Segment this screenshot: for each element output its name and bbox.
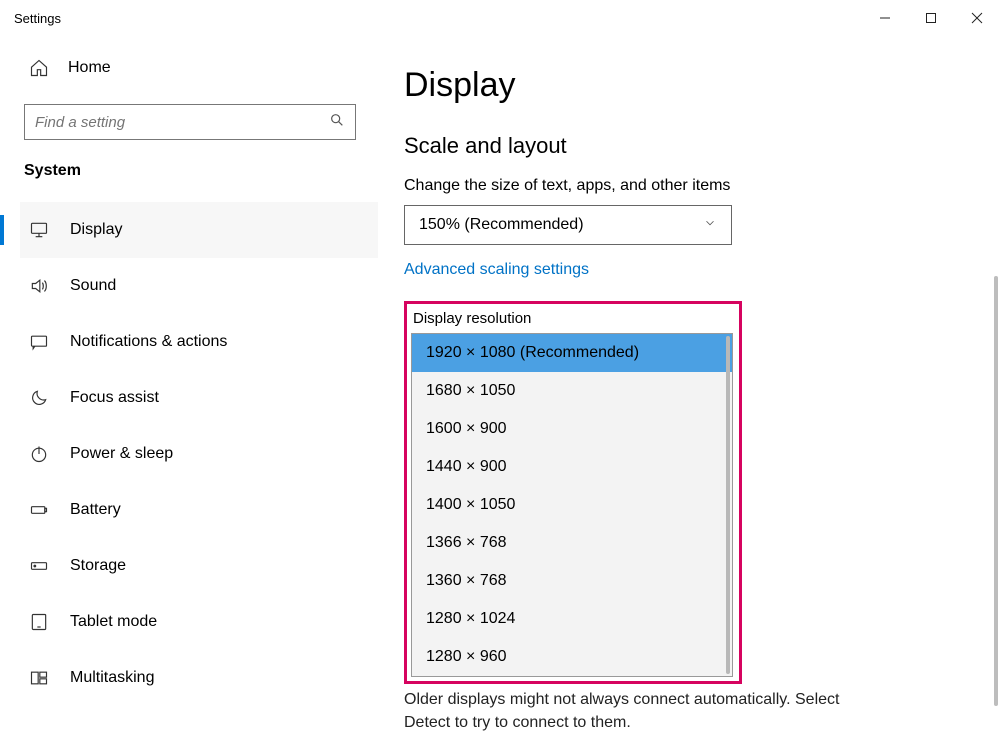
resolution-label: Display resolution (411, 310, 735, 333)
home-label: Home (68, 59, 111, 77)
resolution-highlight-box: Display resolution 1920 × 1080 (Recommen… (404, 301, 742, 684)
resolution-option[interactable]: 1280 × 960 (412, 638, 732, 676)
monitor-icon (28, 220, 50, 240)
scale-label: Change the size of text, apps, and other… (404, 177, 970, 195)
resolution-option[interactable]: 1600 × 900 (412, 410, 732, 448)
sidebar-item-label: Tablet mode (70, 613, 157, 631)
sidebar-item-label: Battery (70, 501, 121, 519)
resolution-option[interactable]: 1400 × 1050 (412, 486, 732, 524)
minimize-button[interactable] (862, 2, 908, 34)
sidebar-item-label: Display (70, 221, 122, 239)
resolution-option[interactable]: 1920 × 1080 (Recommended) (412, 334, 732, 372)
detect-hint-text: Older displays might not always connect … (404, 689, 980, 734)
sidebar-item-label: Storage (70, 557, 126, 575)
home-icon (28, 58, 50, 78)
search-box[interactable] (24, 104, 356, 140)
sidebar-item-display[interactable]: Display (20, 202, 378, 258)
scale-value: 150% (Recommended) (419, 216, 584, 234)
close-button[interactable] (954, 2, 1000, 34)
sidebar-item-tablet-mode[interactable]: Tablet mode (20, 594, 378, 650)
multitask-icon (28, 668, 50, 688)
sidebar-item-multitasking[interactable]: Multitasking (20, 650, 378, 706)
storage-icon (28, 556, 50, 576)
search-icon (329, 112, 345, 132)
maximize-button[interactable] (908, 2, 954, 34)
search-input[interactable] (35, 114, 329, 131)
resolution-option[interactable]: 1440 × 900 (412, 448, 732, 486)
sidebar-item-label: Notifications & actions (70, 333, 227, 351)
sidebar-item-power-sleep[interactable]: Power & sleep (20, 426, 378, 482)
battery-icon (28, 500, 50, 520)
scale-select[interactable]: 150% (Recommended) (404, 205, 732, 245)
resolution-option[interactable]: 1280 × 1024 (412, 600, 732, 638)
sidebar-item-label: Focus assist (70, 389, 159, 407)
chevron-down-icon (703, 216, 717, 235)
tablet-icon (28, 612, 50, 632)
resolution-option[interactable]: 1360 × 768 (412, 562, 732, 600)
titlebar: Settings (0, 0, 1000, 36)
sidebar-item-storage[interactable]: Storage (20, 538, 378, 594)
sidebar-item-label: Multitasking (70, 669, 154, 687)
sidebar-item-label: Sound (70, 277, 116, 295)
advanced-scaling-link[interactable]: Advanced scaling settings (404, 261, 589, 279)
sidebar-item-notifications[interactable]: Notifications & actions (20, 314, 378, 370)
sidebar: Home System Display Sound Notifications … (0, 36, 378, 734)
resolution-dropdown[interactable]: 1920 × 1080 (Recommended) 1680 × 1050 16… (411, 333, 733, 677)
page-title: Display (404, 66, 970, 105)
power-icon (28, 444, 50, 464)
sidebar-item-sound[interactable]: Sound (20, 258, 378, 314)
sidebar-item-label: Power & sleep (70, 445, 173, 463)
resolution-option[interactable]: 1366 × 768 (412, 524, 732, 562)
sidebar-item-focus-assist[interactable]: Focus assist (20, 370, 378, 426)
dropdown-scrollbar[interactable] (726, 336, 730, 674)
section-title: Scale and layout (404, 133, 970, 159)
window-title: Settings (14, 11, 61, 26)
window-controls (862, 2, 1000, 34)
home-button[interactable]: Home (20, 46, 378, 90)
resolution-option[interactable]: 1680 × 1050 (412, 372, 732, 410)
message-icon (28, 332, 50, 352)
moon-icon (28, 388, 50, 408)
sidebar-item-battery[interactable]: Battery (20, 482, 378, 538)
speaker-icon (28, 276, 50, 296)
category-label: System (20, 154, 378, 202)
main-content: Display Scale and layout Change the size… (378, 36, 1000, 734)
page-scrollbar[interactable] (994, 276, 998, 706)
